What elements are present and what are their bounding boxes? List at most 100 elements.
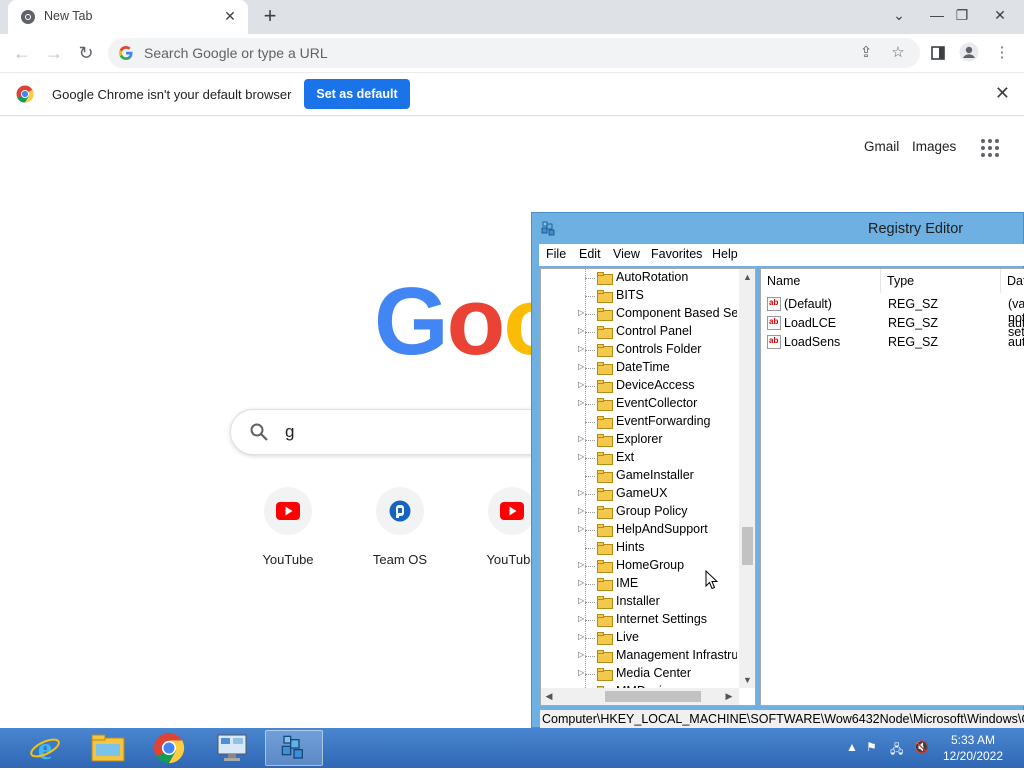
menu-file[interactable]: File	[546, 247, 566, 261]
folder-icon	[597, 506, 613, 519]
string-value-icon: ab	[767, 335, 781, 349]
folder-icon	[597, 470, 613, 483]
tree-item[interactable]: ▷ DeviceAccess	[541, 377, 737, 395]
action-center-flag-icon[interactable]: ⚑	[866, 740, 877, 754]
regedit-titlebar[interactable]: Registry Editor	[532, 213, 1023, 244]
menu-view[interactable]: View	[613, 247, 640, 261]
tree-item[interactable]: ▷ Component Based Servicing	[541, 305, 737, 323]
network-icon[interactable]: 🖧	[890, 740, 903, 761]
tree-item[interactable]: ▷ Internet Settings	[541, 611, 737, 629]
scroll-right-arrow-icon[interactable]: ▶	[721, 688, 737, 705]
set-as-default-button[interactable]: Set as default	[304, 79, 410, 109]
expand-arrow-icon[interactable]: ▷	[578, 578, 588, 587]
share-icon[interactable]: ⇪	[855, 42, 877, 64]
bookmark-star-icon[interactable]: ☆	[887, 42, 909, 64]
expand-arrow-icon[interactable]: ▷	[578, 506, 588, 515]
tree-item-label: Component Based Servicing	[616, 306, 737, 320]
expand-arrow-icon[interactable]: ▷	[578, 326, 588, 335]
expand-arrow-icon[interactable]: ▷	[578, 524, 588, 533]
tree-item[interactable]: ▷ Controls Folder	[541, 341, 737, 359]
scroll-down-arrow-icon[interactable]: ▼	[739, 672, 755, 688]
value-row[interactable]: ab LoadSens REG_SZ auto	[761, 333, 1024, 352]
expand-arrow-icon[interactable]: ▷	[578, 668, 588, 677]
menu-favorites[interactable]: Favorites	[651, 247, 702, 261]
svg-text:e: e	[38, 731, 52, 765]
expand-arrow-icon[interactable]: ▷	[578, 560, 588, 569]
tree-item[interactable]: ▷ Explorer	[541, 431, 737, 449]
menu-edit[interactable]: Edit	[579, 247, 601, 261]
value-row[interactable]: ab LoadLCE REG_SZ auto	[761, 314, 1024, 333]
expand-arrow-icon[interactable]: ▷	[578, 362, 588, 371]
tab-title: New Tab	[44, 9, 93, 23]
taskbar-chrome[interactable]	[140, 730, 198, 766]
omnibox[interactable]	[108, 38, 920, 68]
menu-kebab-icon[interactable]: ⋮	[991, 42, 1013, 64]
tree-item[interactable]: ▷ EventCollector	[541, 395, 737, 413]
shortcut-youtube[interactable]: YouTube	[240, 487, 336, 567]
show-hidden-icons-icon[interactable]: ▲	[846, 740, 858, 754]
close-window-button[interactable]: ✕	[980, 0, 1020, 30]
expand-arrow-icon[interactable]: ▷	[578, 452, 588, 461]
tree-vertical-scrollbar[interactable]: ▲ ▼	[739, 269, 755, 688]
back-arrow-icon[interactable]: ←	[8, 39, 36, 67]
expand-arrow-icon[interactable]: ▷	[578, 434, 588, 443]
reload-icon[interactable]: ↻	[72, 39, 100, 67]
expand-arrow-icon[interactable]: ▷	[578, 488, 588, 497]
tree-item[interactable]: ▷ HelpAndSupport	[541, 521, 737, 539]
tree-item[interactable]: EventForwarding	[541, 413, 737, 431]
taskbar-file-explorer[interactable]	[79, 730, 137, 766]
scroll-left-arrow-icon[interactable]: ◀	[541, 688, 557, 705]
restore-button[interactable]: ❐	[945, 0, 979, 30]
value-row[interactable]: ab (Default) REG_SZ (value not set)	[761, 295, 1024, 339]
volume-muted-icon[interactable]: 🔇	[914, 740, 929, 754]
registry-key-tree[interactable]: AutoRotation BITS ▷ Component Based Servici…	[540, 268, 756, 706]
tree-item[interactable]: ▷ Management Infrastructure	[541, 647, 737, 665]
scrollbar-thumb[interactable]	[742, 527, 753, 565]
gmail-link[interactable]: Gmail	[864, 139, 899, 154]
tree-horizontal-scrollbar[interactable]: ◀ ▶	[541, 688, 739, 705]
tree-item[interactable]: ▷ Control Panel	[541, 323, 737, 341]
tree-item[interactable]: ▷ DateTime	[541, 359, 737, 377]
expand-arrow-icon[interactable]: ▷	[578, 632, 588, 641]
infobar-close-icon[interactable]: ✕	[995, 83, 1010, 104]
tree-item[interactable]: ▷ Installer	[541, 593, 737, 611]
column-header-name[interactable]: Name	[761, 269, 881, 293]
expand-arrow-icon[interactable]: ▷	[578, 398, 588, 407]
shortcut-team-os[interactable]: Team OS	[352, 487, 448, 567]
expand-arrow-icon[interactable]: ▷	[578, 614, 588, 623]
tab-close-icon[interactable]: ✕	[220, 6, 240, 26]
tree-item[interactable]: ▷ Media Center	[541, 665, 737, 683]
google-apps-grid-icon[interactable]	[980, 138, 1000, 158]
expand-arrow-icon[interactable]: ▷	[578, 650, 588, 659]
taskbar-remote-desktop[interactable]	[203, 730, 261, 766]
scrollbar-thumb[interactable]	[605, 691, 701, 702]
tree-item[interactable]: AutoRotation	[541, 269, 737, 287]
omnibox-input[interactable]	[142, 38, 822, 68]
images-link[interactable]: Images	[912, 139, 956, 154]
tab-new-tab[interactable]: New Tab ✕	[8, 0, 248, 34]
column-header-type[interactable]: Type	[881, 269, 1001, 293]
tree-item[interactable]: ▷ GameUX	[541, 485, 737, 503]
registry-values-list[interactable]: Name Type Data ab (Default) REG_SZ (valu…	[760, 268, 1024, 706]
new-tab-button[interactable]: +	[258, 4, 282, 28]
tree-item[interactable]: Hints	[541, 539, 737, 557]
expand-arrow-icon[interactable]: ▷	[578, 596, 588, 605]
side-panel-icon[interactable]	[927, 42, 949, 64]
column-header-data[interactable]: Data	[1001, 269, 1024, 293]
tree-item[interactable]: ▷ Group Policy	[541, 503, 737, 521]
tree-item[interactable]: BITS	[541, 287, 737, 305]
tab-search-icon[interactable]: ⌄	[882, 0, 916, 30]
profile-avatar-icon[interactable]	[958, 42, 980, 64]
tree-item[interactable]: GameInstaller	[541, 467, 737, 485]
taskbar-internet-explorer[interactable]: e	[16, 730, 74, 766]
taskbar-registry-editor[interactable]	[265, 730, 323, 766]
expand-arrow-icon[interactable]: ▷	[578, 344, 588, 353]
scroll-up-arrow-icon[interactable]: ▲	[739, 269, 755, 285]
expand-arrow-icon[interactable]: ▷	[578, 380, 588, 389]
tree-item[interactable]: ▷ Live	[541, 629, 737, 647]
menu-help[interactable]: Help	[712, 247, 738, 261]
taskbar-clock[interactable]: 5:33 AM 12/20/2022	[934, 732, 1012, 764]
forward-arrow-icon[interactable]: →	[40, 39, 68, 67]
tree-item[interactable]: ▷ Ext	[541, 449, 737, 467]
expand-arrow-icon[interactable]: ▷	[578, 308, 588, 317]
